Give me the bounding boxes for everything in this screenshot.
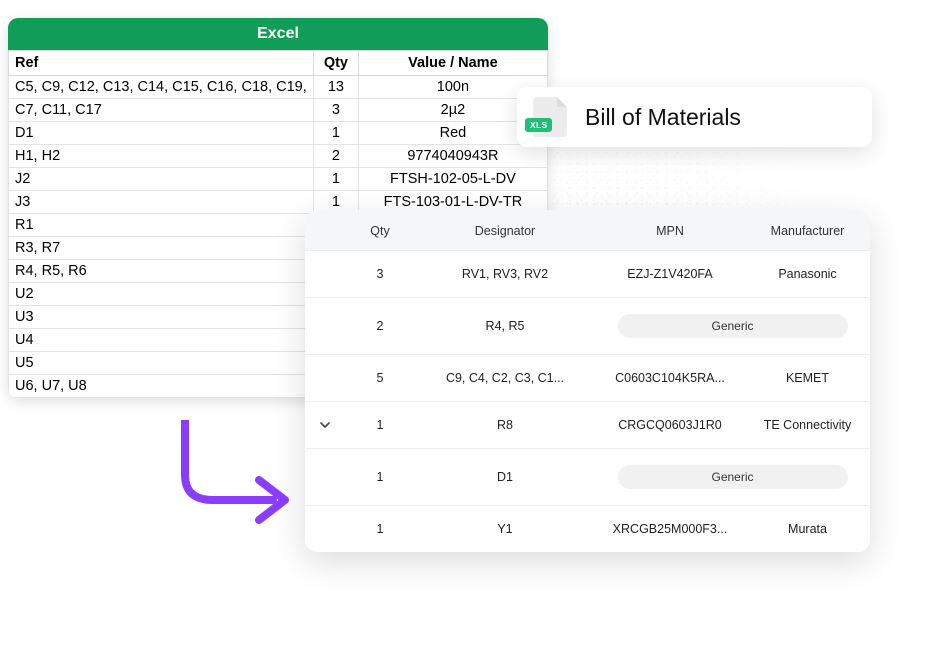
detail-cell-mpn: C0603C104K5RA... — [595, 371, 745, 385]
bom-detail-header: Qty Designator MPN Manufacturer — [305, 210, 870, 250]
detail-col-manufacturer: Manufacturer — [745, 224, 870, 238]
detail-cell-designator: C9, C4, C2, C3, C1... — [415, 371, 595, 385]
bom-detail-card: Qty Designator MPN Manufacturer 3RV1, RV… — [305, 210, 870, 552]
bom-detail-row[interactable]: 1R8CRGCQ0603J1R0TE Connectivity — [305, 401, 870, 448]
excel-cell-qty[interactable]: 1 — [313, 168, 358, 191]
detail-cell-manufacturer: KEMET — [745, 371, 870, 385]
excel-cell-ref[interactable]: D1 — [9, 122, 314, 145]
detail-cell-manufacturer: Panasonic — [745, 267, 870, 281]
excel-cell-qty[interactable]: 3 — [313, 99, 358, 122]
bom-detail-row[interactable]: 3RV1, RV3, RV2EZJ-Z1V420FAPanasonic — [305, 250, 870, 297]
xls-badge-label: XLS — [525, 118, 552, 132]
excel-cell-ref[interactable]: C7, C11, C17 — [9, 99, 314, 122]
detail-cell-mpn: XRCGB25M000F3... — [595, 522, 745, 536]
detail-cell-mpn: EZJ-Z1V420FA — [595, 267, 745, 281]
transform-arrow-icon — [165, 420, 295, 535]
excel-title: Excel — [8, 18, 548, 50]
bom-detail-row[interactable]: 2R4, R5Generic — [305, 297, 870, 354]
detail-cell-qty: 1 — [345, 470, 415, 484]
excel-cell-qty[interactable]: 2 — [313, 145, 358, 168]
detail-cell-designator: RV1, RV3, RV2 — [415, 267, 595, 281]
bom-detail-row[interactable]: 1Y1XRCGB25M000F3...Murata — [305, 505, 870, 552]
excel-cell-ref[interactable]: U3 — [9, 306, 314, 329]
excel-cell-ref[interactable]: U2 — [9, 283, 314, 306]
bom-detail-row[interactable]: 1D1Generic — [305, 448, 870, 505]
excel-row[interactable]: H1, H229774040943R — [9, 145, 548, 168]
excel-cell-ref[interactable]: R4, R5, R6 — [9, 260, 314, 283]
excel-cell-ref[interactable]: H1, H2 — [9, 145, 314, 168]
excel-col-ref: Ref — [9, 51, 314, 76]
detail-cell-manufacturer: TE Connectivity — [745, 418, 870, 432]
detail-cell-qty: 2 — [345, 319, 415, 333]
excel-col-value: Value / Name — [358, 51, 547, 76]
excel-row[interactable]: C5, C9, C12, C13, C14, C15, C16, C18, C1… — [9, 76, 548, 99]
excel-cell-value[interactable]: FTSH-102-05-L-DV — [358, 168, 547, 191]
xls-file-icon: XLS — [533, 97, 567, 137]
excel-cell-value[interactable]: 9774040943R — [358, 145, 547, 168]
detail-cell-designator: D1 — [415, 470, 595, 484]
chevron-down-icon[interactable] — [305, 419, 345, 431]
excel-cell-ref[interactable]: J2 — [9, 168, 314, 191]
detail-cell-qty: 1 — [345, 522, 415, 536]
excel-col-qty: Qty — [313, 51, 358, 76]
excel-cell-ref[interactable]: R1 — [9, 214, 314, 237]
excel-row[interactable]: C7, C11, C1732µ2 — [9, 99, 548, 122]
bom-chip: XLS Bill of Materials — [517, 87, 872, 147]
excel-row[interactable]: J21FTSH-102-05-L-DV — [9, 168, 548, 191]
detail-generic-pill: Generic — [595, 465, 870, 489]
detail-col-mpn: MPN — [595, 224, 745, 238]
excel-cell-qty[interactable]: 13 — [313, 76, 358, 99]
detail-generic-pill: Generic — [595, 314, 870, 338]
detail-cell-designator: Y1 — [415, 522, 595, 536]
detail-cell-qty: 1 — [345, 418, 415, 432]
excel-cell-qty[interactable]: 1 — [313, 122, 358, 145]
excel-header-row: Ref Qty Value / Name — [9, 51, 548, 76]
detail-cell-manufacturer: Murata — [745, 522, 870, 536]
detail-cell-mpn: CRGCQ0603J1R0 — [595, 418, 745, 432]
bom-detail-row[interactable]: 5C9, C4, C2, C3, C1...C0603C104K5RA...KE… — [305, 354, 870, 401]
excel-cell-ref[interactable]: U6, U7, U8 — [9, 375, 314, 398]
excel-cell-ref[interactable]: C5, C9, C12, C13, C14, C15, C16, C18, C1… — [9, 76, 314, 99]
bom-chip-title: Bill of Materials — [585, 104, 741, 131]
detail-col-designator: Designator — [415, 224, 595, 238]
excel-cell-ref[interactable]: U4 — [9, 329, 314, 352]
detail-cell-designator: R4, R5 — [415, 319, 595, 333]
excel-row[interactable]: D11Red — [9, 122, 548, 145]
detail-col-qty: Qty — [345, 224, 415, 238]
detail-cell-qty: 3 — [345, 267, 415, 281]
excel-cell-ref[interactable]: U5 — [9, 352, 314, 375]
excel-cell-ref[interactable]: R3, R7 — [9, 237, 314, 260]
detail-cell-designator: R8 — [415, 418, 595, 432]
detail-cell-qty: 5 — [345, 371, 415, 385]
excel-cell-ref[interactable]: J3 — [9, 191, 314, 214]
